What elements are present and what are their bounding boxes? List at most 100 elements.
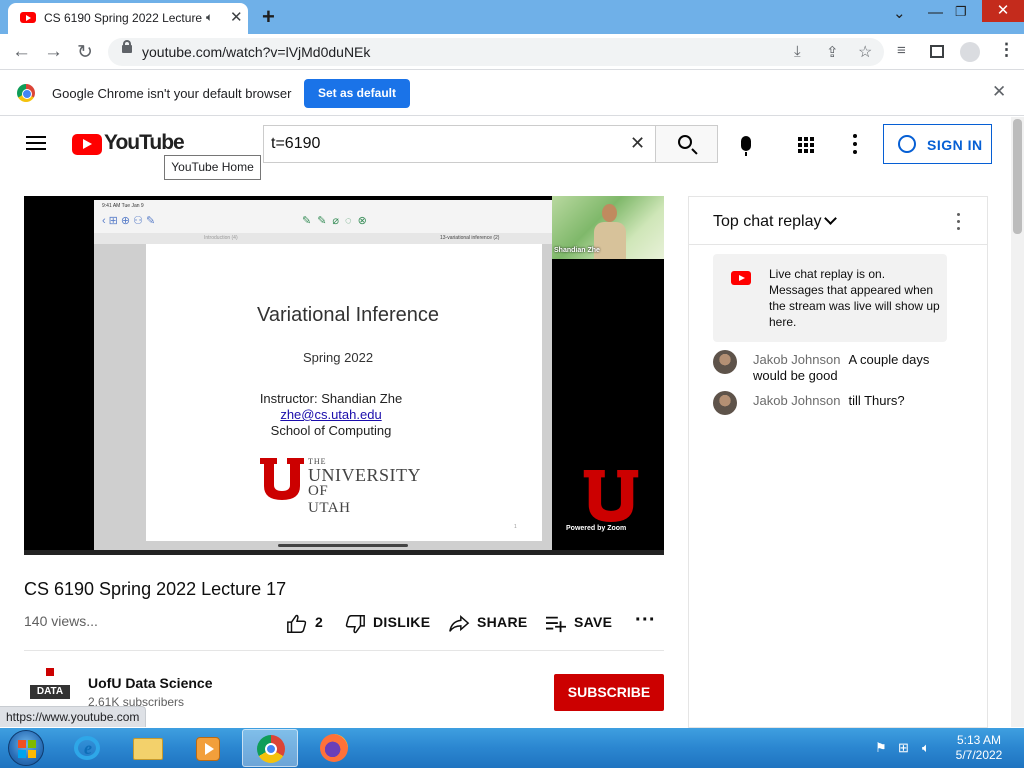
slide-email: zhe@cs.utah.edu (280, 407, 382, 422)
user-circle-icon (898, 135, 916, 153)
default-browser-infobar: Google Chrome isn't your default browser… (0, 71, 1024, 116)
chat-author[interactable]: Jakob Johnson (753, 393, 840, 408)
sign-in-button[interactable]: SIGN IN (883, 124, 992, 164)
tab-close-icon[interactable]: ✕ (230, 8, 243, 26)
ipad-app-toolbar: 9:41 AM Tue Jan 9 ‹⊞⊕⚇✎ ✎✎⌀◌⊗ Introducti… (94, 200, 552, 244)
speaker-icon[interactable]: 🔈︎ (206, 10, 213, 25)
clear-search-icon[interactable]: ✕ (630, 133, 645, 154)
more-actions-icon[interactable]: ··· (635, 609, 656, 632)
media-player-taskbar-button[interactable] (180, 729, 236, 767)
search-icon (678, 135, 692, 149)
chat-text: till Thurs? (848, 393, 905, 408)
webcam-thumbnail: Shandian Zhe (552, 196, 664, 259)
like-count[interactable]: 2 (315, 614, 323, 630)
chat-header: Top chat replay (689, 197, 987, 245)
infobar-message: Google Chrome isn't your default browser (52, 86, 292, 101)
start-button[interactable] (8, 730, 44, 766)
network-icon[interactable]: ⊞ (898, 740, 909, 756)
forward-arrow-icon[interactable]: → (44, 41, 63, 63)
utah-mark-icon (46, 668, 54, 676)
channel-avatar[interactable]: DATA (28, 668, 72, 704)
chat-author[interactable]: Jakob Johnson (753, 352, 840, 367)
dislike-button[interactable]: DISLIKE (373, 614, 430, 630)
chrome-taskbar-button[interactable] (242, 729, 298, 767)
youtube-logo-icon[interactable] (72, 134, 102, 155)
scrollbar-thumb[interactable] (1013, 119, 1022, 234)
subscribe-button[interactable]: SUBSCRIBE (554, 674, 664, 711)
install-app-icon[interactable]: ⤓ (794, 43, 801, 60)
set-as-default-button[interactable]: Set as default (304, 79, 410, 108)
microphone-icon[interactable] (741, 136, 751, 156)
firefox-taskbar-button[interactable] (306, 729, 362, 767)
share-icon[interactable] (448, 613, 470, 635)
lock-icon[interactable] (122, 40, 132, 53)
window-close-icon[interactable]: ✕ (982, 0, 1024, 22)
url-text[interactable]: youtube.com/watch?v=lVjMd0duNEk (142, 44, 370, 60)
share-button[interactable]: SHARE (477, 614, 528, 630)
ipad-document-tabs: Introduction (4) 13-variational inferenc… (94, 233, 552, 244)
lecture-slide: Variational Inference Spring 2022 Instru… (146, 244, 542, 541)
volume-muted-icon[interactable]: 🔈︎ (922, 740, 930, 756)
infobar-close-icon[interactable]: ✕ (992, 82, 1006, 102)
sign-in-label: SIGN IN (927, 137, 983, 153)
chat-more-icon[interactable] (957, 213, 961, 231)
search-input[interactable]: t=6190 ✕ (263, 125, 656, 163)
file-explorer-taskbar-button[interactable] (120, 729, 176, 767)
thumbs-up-icon[interactable] (286, 613, 308, 635)
presenter-head (602, 204, 617, 222)
slide-page-number: 1 (514, 524, 517, 530)
ipad-nav-tools-icon: ‹⊞⊕⚇✎ (102, 215, 159, 227)
clock-date: 5/7/2022 (955, 748, 1003, 762)
thumbs-down-icon[interactable] (344, 613, 366, 635)
video-progress-bar[interactable] (24, 550, 664, 555)
internet-explorer-icon: e (74, 736, 100, 760)
slide-area: Variational Inference Spring 2022 Instru… (94, 244, 552, 550)
browser-tab[interactable]: CS 6190 Spring 2022 Lecture 🔈︎ ✕ (8, 3, 248, 34)
browser-title-bar: CS 6190 Spring 2022 Lecture 🔈︎ ✕ + ⌄ — ❐… (0, 0, 1024, 34)
utah-u-watermark-logo (583, 470, 639, 522)
channel-name[interactable]: UofU Data Science (88, 675, 212, 691)
presenter-name: Shandian Zhe (554, 247, 600, 254)
save-button[interactable]: SAVE (574, 614, 612, 630)
video-player[interactable]: 9:41 AM Tue Jan 9 ‹⊞⊕⚇✎ ✎✎⌀◌⊗ Introducti… (24, 196, 664, 555)
chevron-down-icon[interactable] (824, 212, 837, 225)
save-playlist-icon[interactable] (545, 614, 567, 634)
media-player-icon (196, 737, 220, 761)
youtube-home-tooltip: YouTube Home (164, 155, 261, 180)
chat-message-body: Jakob Johnson till Thurs? (753, 393, 953, 409)
back-arrow-icon[interactable]: ← (12, 41, 31, 63)
live-chat-panel: Top chat replay Live chat replay is on. … (688, 196, 988, 728)
share-icon[interactable]: ⇪ (826, 43, 839, 61)
firefox-icon (320, 734, 348, 762)
media-controls-icon[interactable]: ≡ (897, 42, 906, 59)
profile-avatar-icon[interactable] (960, 42, 980, 62)
internet-explorer-taskbar-button[interactable]: e (58, 729, 114, 767)
avatar[interactable] (713, 391, 737, 415)
powered-by-zoom: Powered by Zoom (566, 525, 627, 532)
slide-school: School of Computing (270, 423, 392, 438)
bookmark-star-icon[interactable]: ☆ (858, 42, 872, 62)
chrome-menu-icon[interactable]: ⋮ (998, 40, 1015, 60)
new-tab-plus-icon[interactable]: + (262, 4, 275, 30)
action-center-flag-icon[interactable]: ⚑ (875, 740, 887, 756)
youtube-logo-text[interactable]: YouTube (104, 131, 185, 155)
apps-grid-icon[interactable] (798, 137, 816, 153)
restore-icon[interactable]: ❐ (955, 4, 967, 20)
tab-search-chevron-icon[interactable]: ⌄ (893, 4, 906, 22)
chat-mode-dropdown[interactable]: Top chat replay (713, 213, 822, 231)
reload-icon[interactable]: ↻ (77, 41, 93, 64)
minimize-icon[interactable]: — (928, 4, 943, 21)
view-count[interactable]: 140 views... (24, 613, 98, 629)
search-button[interactable] (655, 125, 718, 163)
settings-more-icon[interactable] (853, 134, 857, 154)
folder-icon (133, 738, 163, 760)
hamburger-menu-icon[interactable] (26, 136, 46, 150)
browser-toolbar: ← → ↻ youtube.com/watch?v=lVjMd0duNEk ⤓ … (0, 34, 1024, 70)
link-status-bubble: https://www.youtube.com (0, 706, 147, 727)
side-panel-icon[interactable] (930, 45, 944, 58)
page-scrollbar[interactable] (1011, 117, 1024, 727)
search-query[interactable]: t=6190 (271, 135, 320, 153)
address-bar[interactable]: youtube.com/watch?v=lVjMd0duNEk ⤓ ⇪ ☆ (108, 38, 884, 66)
system-clock[interactable]: 5:13 AM 5/7/2022 (944, 733, 1014, 763)
avatar[interactable] (713, 350, 737, 374)
